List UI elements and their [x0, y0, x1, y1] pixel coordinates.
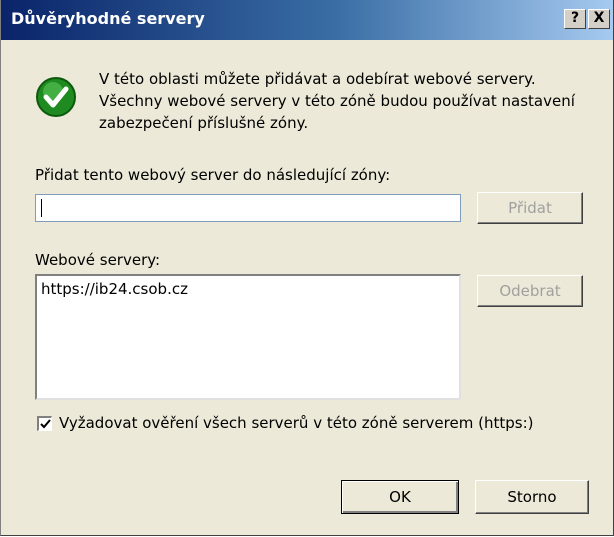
require-https-checkbox[interactable]	[37, 416, 52, 431]
intro-line-3: zabezpečení příslušné zóny.	[99, 114, 309, 132]
intro-text: V této oblasti můžete přidávat a odebíra…	[99, 68, 599, 134]
add-site-label: Přidat tento webový server do následujíc…	[35, 166, 391, 184]
window-title: Důvěryhodné servery	[11, 9, 205, 28]
dialog-content: V této oblasti můžete přidávat a odebíra…	[1, 40, 613, 535]
web-servers-list[interactable]: https://ib24.csob.cz	[35, 274, 461, 400]
intro-line-1: V této oblasti můžete přidávat a odebíra…	[99, 70, 536, 88]
add-button[interactable]: Přidat	[477, 192, 583, 224]
close-button[interactable]: X	[588, 9, 610, 29]
add-site-input[interactable]	[35, 194, 461, 222]
cancel-button[interactable]: Storno	[475, 480, 589, 514]
ok-button[interactable]: OK	[341, 480, 459, 514]
require-https-label[interactable]: Vyžadovat ověření všech serverů v této z…	[59, 414, 533, 432]
check-circle-icon	[36, 77, 76, 117]
remove-button[interactable]: Odebrat	[477, 275, 583, 307]
title-bar[interactable]: Důvěryhodné servery ? X	[1, 0, 613, 40]
text-caret	[41, 199, 42, 217]
checkmark-icon	[40, 419, 51, 429]
web-servers-label: Webové servery:	[35, 251, 161, 269]
intro-line-2: Všechny webové servery v této zóně budou…	[99, 92, 575, 110]
trusted-sites-dialog: Důvěryhodné servery ? X V této oblasti m…	[0, 0, 614, 536]
list-item[interactable]: https://ib24.csob.cz	[41, 280, 188, 298]
help-button[interactable]: ?	[564, 9, 586, 29]
